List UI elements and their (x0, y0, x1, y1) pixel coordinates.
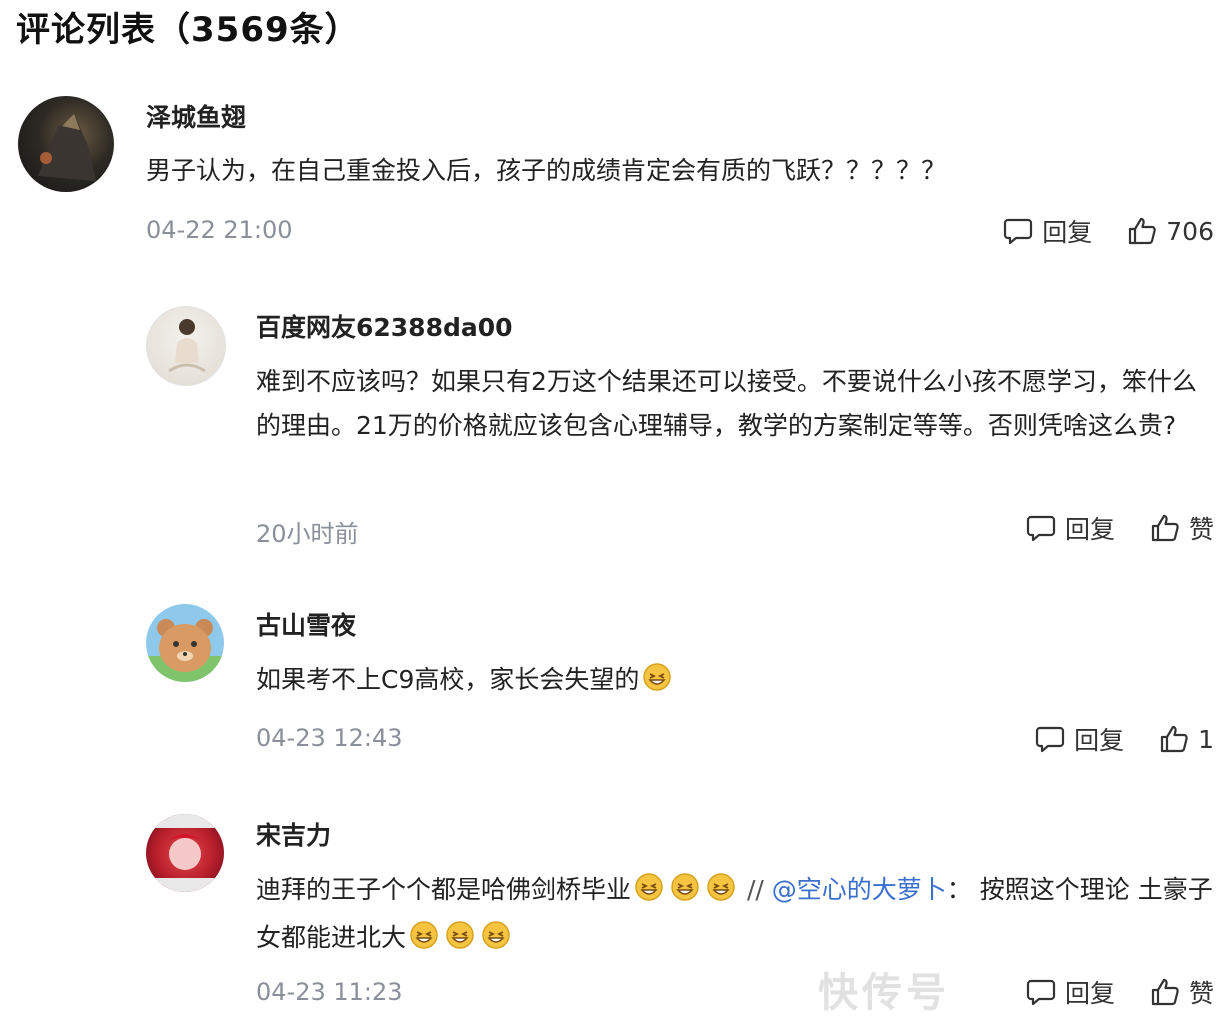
avatar-image (146, 814, 224, 892)
comment-username[interactable]: 古山雪夜 (256, 606, 356, 642)
like-count: 1 (1198, 724, 1214, 754)
comment-text-body: 迪拜的王子个个都是哈佛剑桥毕业 (256, 875, 632, 904)
laughing-emoji-icon (409, 920, 439, 964)
comment-list-page: 评论列表（3569条） 泽城鱼翅 男子认为，在自己重金投入后，孩子的成绩肯定会有… (0, 0, 1226, 1016)
comment-actions: 回复 1 (1034, 721, 1214, 757)
avatar[interactable] (146, 814, 224, 892)
avatar-image (168, 319, 206, 373)
avatar-image (38, 114, 96, 181)
comment-actions: 回复 706 (1002, 213, 1214, 249)
reply-label: 回复 (1042, 218, 1093, 247)
laughing-emoji-icon (445, 920, 475, 964)
like-label: 赞 (1188, 979, 1214, 1008)
like-count: 706 (1166, 216, 1214, 246)
speech-bubble-icon (1026, 979, 1056, 1006)
avatar[interactable] (18, 96, 114, 192)
comment-text-body: 如果考不上C9高校，家长会失望的 (256, 665, 640, 694)
reply-button[interactable]: 回复 (1025, 510, 1115, 546)
comment-text: 迪拜的王子个个都是哈佛剑桥毕业 // @空心的大萝卜： 按照这个理论 土豪子女都… (256, 868, 1216, 964)
reply-label: 回复 (1074, 726, 1125, 755)
speech-bubble-icon (1035, 726, 1065, 753)
reply-button[interactable]: 回复 (1034, 721, 1124, 757)
thumbs-up-icon (1151, 514, 1179, 542)
user-mention-link[interactable]: @空心的大萝卜 (772, 875, 947, 904)
laughing-emoji-icon (642, 662, 672, 706)
mention-colon: ： (946, 875, 972, 904)
comment-timestamp: 04-23 11:23 (256, 978, 403, 1006)
comment-list-title: 评论列表（3569条） (16, 10, 360, 50)
comment-timestamp: 04-23 12:43 (256, 724, 403, 752)
reply-label: 回复 (1064, 979, 1115, 1008)
comment-actions: 回复 赞 (1025, 974, 1214, 1010)
speech-bubble-icon (1026, 515, 1056, 542)
thumbs-up-icon (1129, 217, 1156, 245)
reply-label: 回复 (1064, 515, 1115, 544)
thumbs-up-icon (1160, 725, 1188, 753)
laughing-emoji-icon (634, 872, 664, 916)
speech-bubble-icon (1004, 218, 1033, 245)
reply-button[interactable]: 回复 (1025, 974, 1115, 1010)
like-button[interactable]: 赞 (1149, 974, 1214, 1010)
comment-text: 如果考不上C9高校，家长会失望的 (256, 658, 1216, 706)
watermark-text: 快传号 (818, 970, 950, 1016)
comment-timestamp: 04-22 21:00 (146, 216, 293, 244)
reply-button[interactable]: 回复 (1002, 213, 1092, 249)
laughing-emoji-icon (481, 920, 511, 964)
laughing-emoji-icon (706, 872, 736, 916)
laughing-emoji-icon (670, 872, 700, 916)
comment-username[interactable]: 宋吉力 (256, 816, 331, 852)
avatar[interactable] (146, 604, 224, 682)
comment-actions: 回复 赞 (1025, 510, 1214, 546)
comment-text: 男子认为，在自己重金投入后，孩子的成绩肯定会有质的飞跃？？？？？ (146, 156, 947, 185)
avatar[interactable] (146, 306, 226, 386)
forward-separator: // (746, 875, 764, 904)
like-label: 赞 (1188, 515, 1214, 544)
comment-text: 难到不应该吗？如果只有2万这个结果还可以接受。不要说什么小孩不愿学习，笨什么的理… (256, 367, 1197, 440)
like-button[interactable]: 1 (1158, 723, 1214, 755)
like-button[interactable]: 706 (1126, 215, 1214, 247)
comment-username[interactable]: 百度网友62388da00 (256, 308, 513, 344)
avatar-image (146, 619, 224, 682)
comment-username[interactable]: 泽城鱼翅 (146, 98, 246, 134)
thumbs-up-icon (1151, 978, 1179, 1006)
like-button[interactable]: 赞 (1149, 510, 1214, 546)
comment-timestamp: 20小时前 (256, 520, 359, 548)
